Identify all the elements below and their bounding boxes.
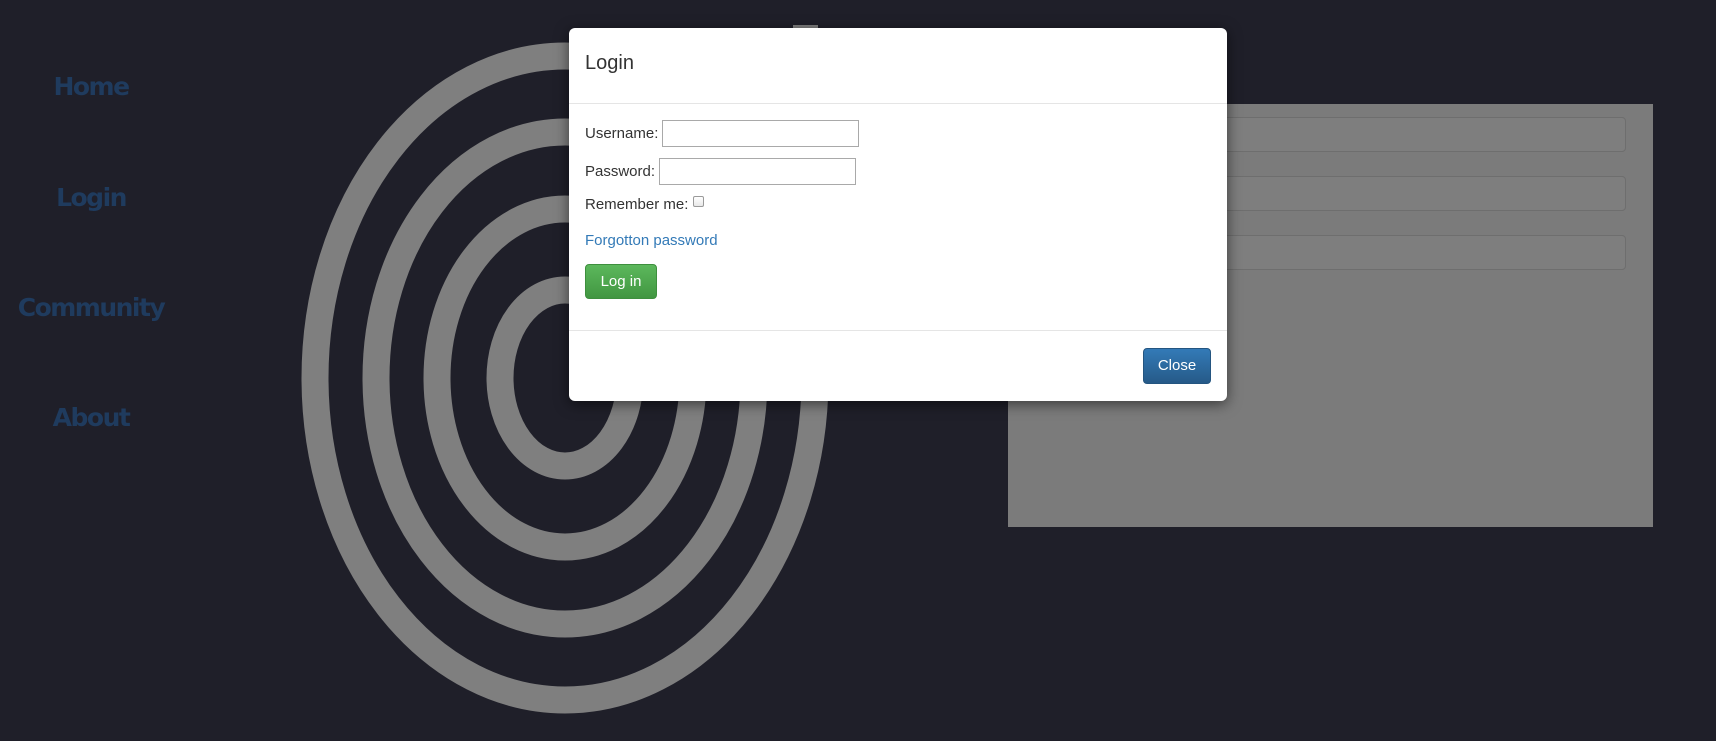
password-label: Password:: [585, 163, 656, 180]
password-row: Password:: [585, 158, 857, 185]
modal-header: Login: [569, 28, 1227, 104]
side-nav: Home Login Community About: [0, 0, 182, 741]
remember-checkbox[interactable]: [693, 196, 705, 207]
modal-body: Username: Password: Remember me: Forgott…: [569, 104, 1227, 331]
username-label: Username:: [585, 125, 659, 142]
password-input[interactable]: [659, 158, 857, 185]
nav-item-community[interactable]: Community: [0, 293, 182, 322]
remember-row: Remember me:: [585, 196, 705, 213]
page: Home Login Community About Login Usernam…: [0, 0, 1716, 741]
forgot-password-link[interactable]: Forgotton password: [585, 232, 718, 249]
close-button[interactable]: Close: [1143, 348, 1211, 384]
log-in-button[interactable]: Log in: [585, 264, 657, 299]
login-modal: Login Username: Password: Remember me: F…: [569, 28, 1227, 401]
modal-footer: Close: [569, 331, 1227, 401]
username-input[interactable]: [662, 120, 860, 147]
nav-item-home[interactable]: Home: [0, 72, 182, 101]
nav-item-about[interactable]: About: [0, 403, 182, 432]
remember-label: Remember me:: [585, 196, 689, 213]
nav-item-login[interactable]: Login: [0, 183, 182, 212]
username-row: Username:: [585, 120, 860, 147]
modal-title: Login: [585, 52, 634, 74]
